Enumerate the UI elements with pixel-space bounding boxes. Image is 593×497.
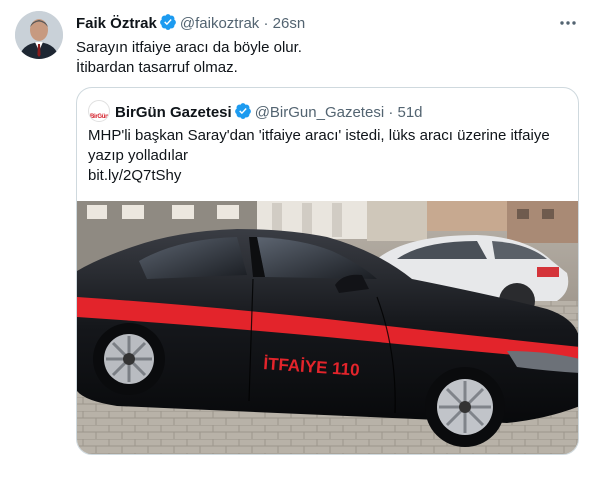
quoted-author-avatar: BirGün: [88, 100, 110, 122]
quoted-author-handle: @BirGun_Gazetesi: [254, 104, 385, 121]
tweet-text-line: İtibardan tasarruf olmaz.: [76, 59, 238, 76]
separator-dot: ·: [263, 15, 269, 32]
quoted-text-link[interactable]: bit.ly/2Q7tShy: [88, 166, 568, 186]
quoted-tweet-header: BirGün BirGün Gazetesi @BirGun_Gazetesi · …: [88, 100, 423, 122]
author-name[interactable]: Faik Öztrak: [76, 15, 157, 32]
author-avatar[interactable]: [15, 11, 63, 59]
separator-dot: ·: [388, 104, 394, 121]
author-handle[interactable]: @faikoztrak: [180, 15, 259, 32]
tweet-text-line: Sarayın itfaiye aracı da böyle olur.: [76, 39, 302, 56]
tweet-header: Faik Öztrak @faikoztrak · 26sn: [76, 13, 573, 33]
tweet-timestamp[interactable]: 26sn: [273, 15, 306, 32]
quoted-tweet-timestamp: 51d: [397, 104, 423, 121]
quoted-text-line: MHP'li başkan Saray'dan 'itfaiye aracı' …: [88, 127, 550, 144]
quoted-text-line: yazıp yolladılar: [88, 147, 189, 164]
quoted-avatar-logo-text: BirGün: [90, 114, 109, 120]
quoted-tweet-text: MHP'li başkan Saray'dan 'itfaiye aracı' …: [88, 126, 568, 186]
verified-badge-icon: [159, 14, 176, 30]
author-avatar-photo: [15, 11, 63, 59]
quoted-tweet-card[interactable]: BirGün BirGün Gazetesi @BirGun_Gazetesi · …: [76, 87, 579, 455]
quoted-tweet-image[interactable]: İTFAİYE 110: [77, 201, 579, 455]
verified-badge-icon: [234, 103, 251, 119]
tweet-text: Sarayın itfaiye aracı da böyle olur. İti…: [76, 38, 556, 78]
more-options-icon[interactable]: [557, 12, 579, 34]
quoted-author-name: BirGün Gazetesi: [115, 104, 232, 121]
